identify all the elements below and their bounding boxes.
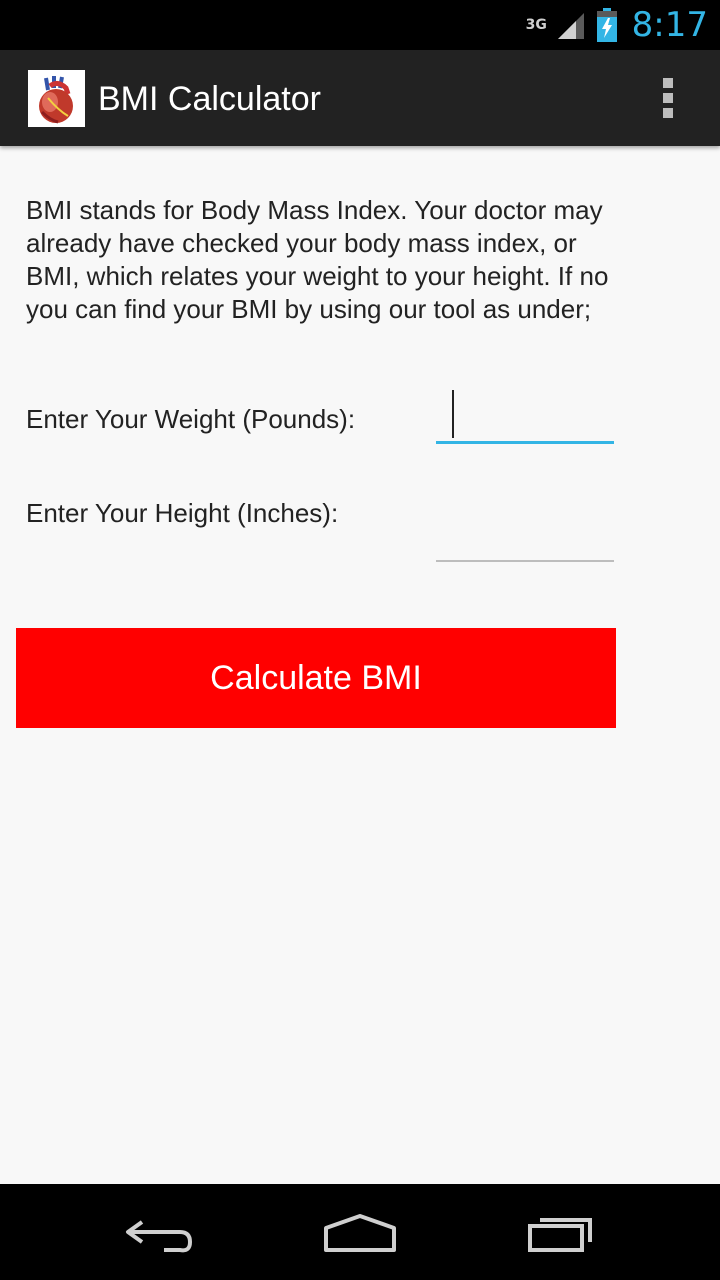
text-cursor — [452, 390, 454, 438]
status-bar: 3G 8:17 — [0, 0, 720, 50]
overflow-menu-icon[interactable] — [656, 78, 680, 118]
signal-icon: 3G — [526, 9, 586, 41]
weight-label: Enter Your Weight (Pounds): — [26, 404, 356, 434]
intro-text: BMI stands for Body Mass Index. Your doc… — [26, 195, 609, 324]
app-title: BMI Calculator — [98, 80, 321, 118]
menu-dot — [663, 78, 673, 88]
network-type: 3G — [525, 17, 547, 33]
calculate-bmi-button[interactable]: Calculate BMI — [16, 628, 616, 728]
battery-charging-icon — [596, 8, 618, 42]
weight-input[interactable] — [436, 404, 614, 444]
heart-icon — [28, 70, 85, 127]
action-bar: BMI Calculator — [0, 50, 720, 146]
menu-dot — [663, 93, 673, 103]
status-time: 8:17 — [631, 5, 708, 45]
home-icon[interactable] — [322, 1210, 398, 1259]
height-label: Enter Your Height (Inches): — [26, 498, 339, 528]
height-input[interactable] — [436, 522, 614, 562]
navigation-bar — [0, 1184, 720, 1280]
back-icon[interactable] — [124, 1210, 196, 1259]
status-icons: 3G 8:17 — [526, 0, 708, 50]
menu-dot — [663, 108, 673, 118]
recent-apps-icon[interactable] — [526, 1210, 598, 1259]
